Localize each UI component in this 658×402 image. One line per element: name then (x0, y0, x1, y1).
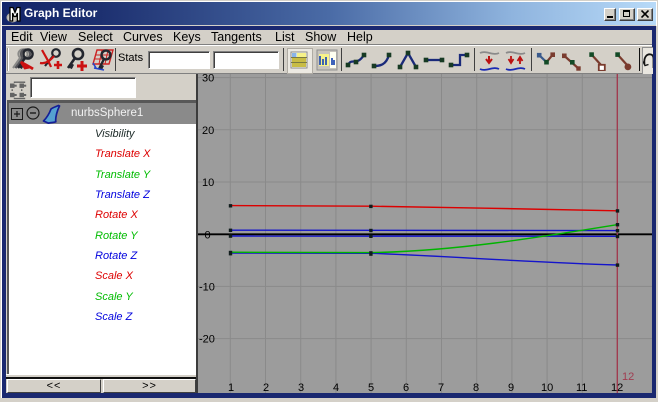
svg-text:12: 12 (622, 371, 634, 383)
svg-text:10: 10 (202, 177, 214, 189)
svg-text:11: 11 (576, 382, 587, 393)
svg-text:1: 1 (228, 382, 234, 393)
svg-text:12: 12 (611, 382, 623, 393)
svg-text:20: 20 (202, 125, 214, 137)
svg-text:-20: -20 (199, 334, 215, 346)
svg-text:5: 5 (368, 382, 374, 393)
svg-text:7: 7 (438, 382, 444, 393)
svg-text:0: 0 (205, 229, 211, 241)
svg-text:30: 30 (202, 74, 214, 85)
svg-text:9: 9 (508, 382, 514, 393)
svg-text:-10: -10 (199, 281, 215, 293)
svg-text:2: 2 (263, 382, 269, 393)
svg-text:4: 4 (333, 382, 339, 393)
svg-text:6: 6 (403, 382, 409, 393)
svg-text:3: 3 (298, 382, 304, 393)
svg-text:8: 8 (473, 382, 479, 393)
svg-text:10: 10 (541, 382, 553, 393)
